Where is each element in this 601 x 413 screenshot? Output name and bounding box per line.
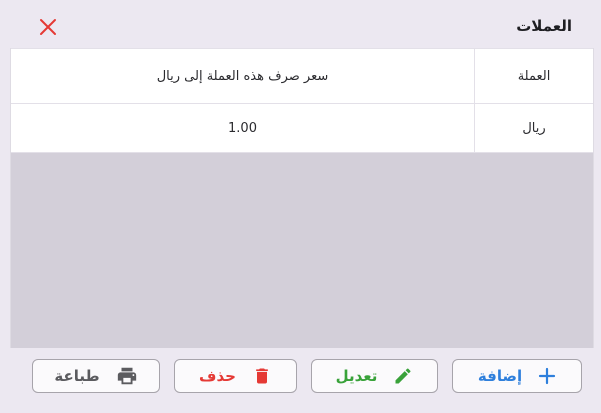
currencies-dialog: العملات العملة سعر صرف هذه العملة إلى ري… bbox=[0, 0, 601, 413]
edit-button-label: تعديل bbox=[335, 367, 378, 385]
cell-rate: 1.00 bbox=[228, 120, 257, 136]
pencil-icon bbox=[393, 366, 413, 386]
trash-icon bbox=[252, 366, 272, 386]
close-button[interactable] bbox=[36, 15, 60, 39]
table-row[interactable]: ريال 1.00 bbox=[11, 104, 593, 153]
print-button[interactable]: طباعة bbox=[32, 359, 160, 393]
edit-button[interactable]: تعديل bbox=[311, 359, 438, 393]
plus-icon bbox=[538, 367, 556, 385]
currencies-table: العملة سعر صرف هذه العملة إلى ريال ريال … bbox=[10, 48, 594, 348]
column-header-currency: العملة bbox=[474, 49, 593, 103]
close-icon bbox=[40, 19, 56, 35]
printer-icon bbox=[116, 365, 138, 387]
delete-button[interactable]: حذف bbox=[174, 359, 297, 393]
add-button[interactable]: إضافة bbox=[452, 359, 582, 393]
column-header-rate: سعر صرف هذه العملة إلى ريال bbox=[156, 68, 329, 84]
print-button-label: طباعة bbox=[54, 367, 100, 385]
table-header-row: العملة سعر صرف هذه العملة إلى ريال bbox=[11, 48, 593, 104]
dialog-title: العملات bbox=[516, 17, 572, 35]
cell-currency: ريال bbox=[474, 104, 593, 152]
delete-button-label: حذف bbox=[199, 367, 236, 385]
add-button-label: إضافة bbox=[477, 367, 523, 385]
